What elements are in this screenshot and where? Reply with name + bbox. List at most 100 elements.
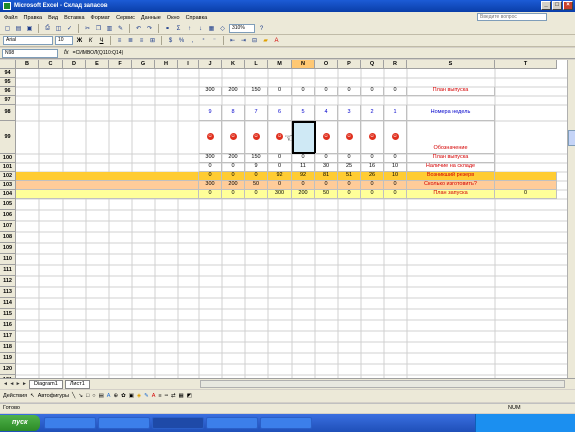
picture-icon[interactable]: ▣: [129, 393, 134, 399]
taskbar-item[interactable]: [44, 417, 96, 429]
increase-indent-icon[interactable]: ⇥: [239, 36, 248, 45]
cell-t102[interactable]: [495, 172, 557, 181]
cell-m102[interactable]: 92: [268, 172, 292, 181]
row-header[interactable]: 111: [0, 265, 16, 276]
cell-l99[interactable]: ☺: [245, 121, 268, 154]
copy-icon[interactable]: ❐: [94, 24, 103, 33]
new-icon[interactable]: ▢: [3, 24, 12, 33]
column-header[interactable]: S: [407, 60, 495, 69]
cell-r98[interactable]: 1: [384, 105, 407, 121]
maximize-button[interactable]: □: [552, 1, 562, 10]
cell-r101[interactable]: 10: [384, 163, 407, 172]
spell-icon[interactable]: ✓: [65, 24, 74, 33]
zoom-combo[interactable]: 310%: [229, 24, 255, 33]
column-header[interactable]: O: [315, 60, 338, 69]
font-size-combo[interactable]: 10: [55, 36, 73, 45]
cell-s98-label[interactable]: Номера недель: [407, 105, 495, 121]
print-icon[interactable]: ⎙: [43, 24, 52, 33]
column-header[interactable]: L: [245, 60, 268, 69]
autoshapes-menu[interactable]: Автофигуры: [38, 393, 69, 399]
row-header[interactable]: 95: [0, 78, 16, 87]
cell-m96[interactable]: 0: [268, 87, 292, 96]
align-center-icon[interactable]: ≣: [126, 36, 135, 45]
cell-l103[interactable]: 50: [245, 181, 268, 190]
column-header[interactable]: J: [199, 60, 222, 69]
cell-o96[interactable]: 0: [315, 87, 338, 96]
column-header[interactable]: H: [155, 60, 178, 69]
column-header[interactable]: K: [222, 60, 245, 69]
help-icon[interactable]: ?: [257, 24, 266, 33]
preview-icon[interactable]: ◫: [54, 24, 63, 33]
drawing-icon[interactable]: ◇: [218, 24, 227, 33]
rectangle-icon[interactable]: □: [86, 393, 89, 399]
cell-j99[interactable]: ☺: [199, 121, 222, 154]
row-header[interactable]: 109: [0, 243, 16, 254]
column-header[interactable]: F: [109, 60, 132, 69]
cell-j98[interactable]: 9: [199, 105, 222, 121]
autosum-icon[interactable]: Σ: [174, 24, 183, 33]
menu-edit[interactable]: Правка: [24, 15, 43, 21]
open-icon[interactable]: ▤: [14, 24, 23, 33]
cell-r99[interactable]: ☺: [384, 121, 407, 154]
column-header[interactable]: B: [16, 60, 39, 69]
column-header[interactable]: E: [86, 60, 109, 69]
cell-k104[interactable]: 0: [222, 190, 245, 199]
row-header[interactable]: 103: [0, 181, 16, 190]
arrow-icon[interactable]: ↘: [78, 393, 83, 399]
cell-q96[interactable]: 0: [361, 87, 384, 96]
column-header[interactable]: P: [338, 60, 361, 69]
row-header[interactable]: 112: [0, 276, 16, 287]
row-header[interactable]: 117: [0, 331, 16, 342]
decrease-decimal-icon[interactable]: ⁻: [210, 36, 219, 45]
cut-icon[interactable]: ✂: [83, 24, 92, 33]
cell-n102[interactable]: 92: [292, 172, 315, 181]
italic-icon[interactable]: К: [86, 36, 95, 45]
dash-style-icon[interactable]: ┅: [165, 393, 168, 399]
cell-p101[interactable]: 25: [338, 163, 361, 172]
menu-help[interactable]: Справка: [186, 15, 208, 21]
cell-s101-label[interactable]: Наличие на складе: [407, 163, 495, 172]
cell-s100-label[interactable]: План выпуска: [407, 154, 495, 163]
worksheet-grid[interactable]: B C D E F G H I J K L M N O P Q R S T 94…: [0, 60, 567, 378]
cell-n103[interactable]: 0: [292, 181, 315, 190]
cell-s104-label[interactable]: План запуска: [407, 190, 495, 199]
row104-fill[interactable]: [16, 190, 199, 199]
diagram-icon[interactable]: ⊕: [113, 393, 118, 399]
column-header[interactable]: Q: [361, 60, 384, 69]
row-header[interactable]: 118: [0, 342, 16, 353]
3d-icon[interactable]: ◩: [187, 393, 192, 399]
cell-n101[interactable]: 11: [292, 163, 315, 172]
cell-k99[interactable]: ☺: [222, 121, 245, 154]
line-icon[interactable]: ╲: [72, 393, 75, 399]
cell-s99-label[interactable]: Обозначение: [407, 121, 495, 154]
cell-q101[interactable]: 16: [361, 163, 384, 172]
percent-icon[interactable]: %: [177, 36, 186, 45]
cell-r96[interactable]: 0: [384, 87, 407, 96]
column-header[interactable]: C: [39, 60, 63, 69]
fill-color-draw-icon[interactable]: ◈: [137, 393, 141, 399]
chart-wizard-icon[interactable]: ▦: [207, 24, 216, 33]
wordart-icon[interactable]: A: [107, 393, 111, 399]
name-box[interactable]: N98: [2, 48, 58, 58]
cell-o101[interactable]: 30: [315, 163, 338, 172]
cell-r103[interactable]: 0: [384, 181, 407, 190]
selected-cell-n99[interactable]: ☜: [284, 121, 316, 154]
textbox-icon[interactable]: ▤: [99, 393, 104, 399]
underline-icon[interactable]: Ч: [97, 36, 106, 45]
column-header[interactable]: R: [384, 60, 407, 69]
cell-o104[interactable]: 50: [315, 190, 338, 199]
redo-icon[interactable]: ↷: [145, 24, 154, 33]
taskbar-item-active[interactable]: [152, 417, 204, 429]
menu-view[interactable]: Вид: [48, 15, 58, 21]
minimize-button[interactable]: _: [541, 1, 551, 10]
align-left-icon[interactable]: ≡: [115, 36, 124, 45]
cell-k98[interactable]: 8: [222, 105, 245, 121]
menu-tools[interactable]: Сервис: [116, 15, 135, 21]
draw-actions-menu[interactable]: Действия: [3, 393, 27, 399]
align-right-icon[interactable]: ≡: [137, 36, 146, 45]
font-name-combo[interactable]: Arial: [3, 36, 53, 45]
cell-n96[interactable]: 0: [292, 87, 315, 96]
cell-n100[interactable]: 0: [292, 154, 315, 163]
sheet-tab-diagram1[interactable]: Diagram1: [28, 379, 63, 389]
paste-icon[interactable]: ▥: [105, 24, 114, 33]
